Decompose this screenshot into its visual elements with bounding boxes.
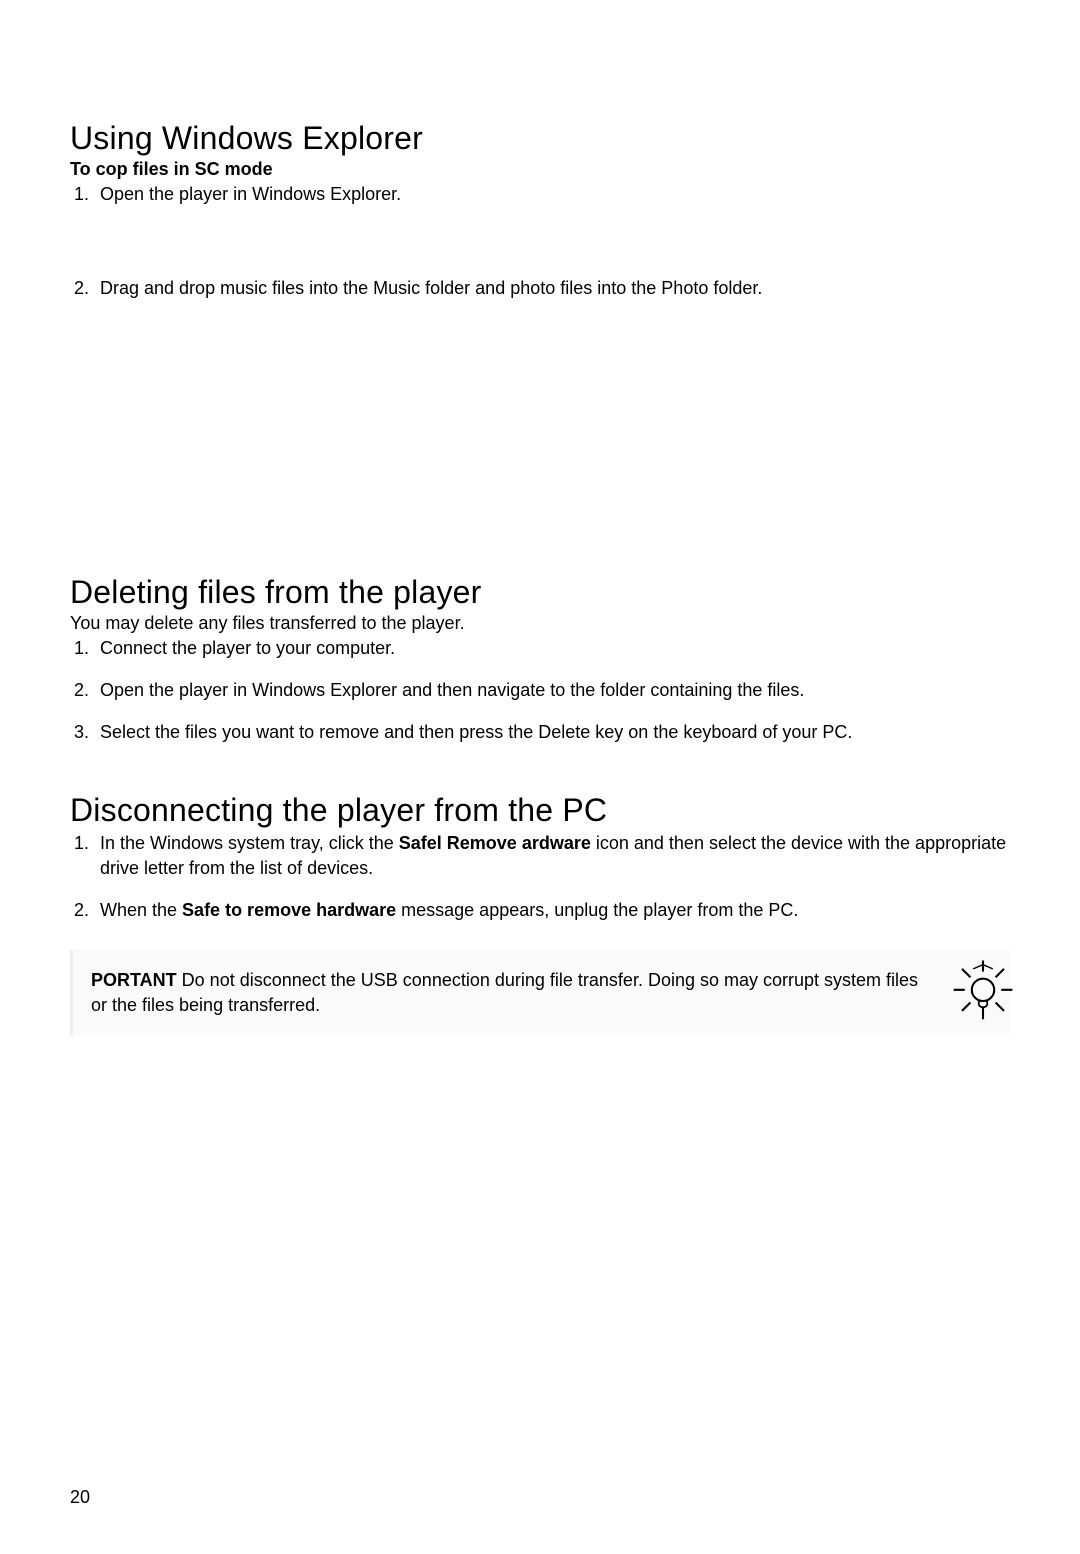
steps-disconnecting: In the Windows system tray, click the Sa… <box>70 831 1010 922</box>
steps-copy-files: Open the player in Windows Explorer. Dra… <box>70 182 1010 301</box>
step-item: Select the files you want to remove and … <box>94 720 1010 744</box>
heading-disconnecting: Disconnecting the player from the PC <box>70 792 1010 829</box>
heading-using-windows-explorer: Using Windows Explorer <box>70 120 1010 157</box>
important-callout: PORTANT Do not disconnect the USB connec… <box>70 950 1010 1035</box>
steps-deleting-files: Connect the player to your computer. Ope… <box>70 636 1010 745</box>
step-item: Drag and drop music files into the Music… <box>94 276 1010 300</box>
spacer <box>70 329 1010 574</box>
page-number: 20 <box>70 1487 90 1508</box>
lead-deleting-files: You may delete any files transferred to … <box>70 613 1010 634</box>
text-fragment: In the Windows system tray, click the <box>100 833 399 853</box>
page: Using Windows Explorer To cop files in S… <box>0 0 1080 1554</box>
step-item: Open the player in Windows Explorer and … <box>94 678 1010 702</box>
callout-label: PORTANT <box>91 970 177 990</box>
lightbulb-icon <box>948 955 1018 1031</box>
callout-text: Do not disconnect the USB connection dur… <box>91 970 918 1014</box>
section-deleting-files: Deleting files from the player You may d… <box>70 574 1010 745</box>
step-item: In the Windows system tray, click the Sa… <box>94 831 1010 880</box>
step-item: Connect the player to your computer. <box>94 636 1010 660</box>
heading-deleting-files: Deleting files from the player <box>70 574 1010 611</box>
text-fragment: message appears, unplug the player from … <box>401 900 798 920</box>
text-bold: Safe to remove hardware <box>182 900 401 920</box>
step-item: When the Safe to remove hardware message… <box>94 898 1010 922</box>
spacer <box>70 772 1010 792</box>
text-bold: Safel Remove ardware <box>399 833 591 853</box>
section-disconnecting: Disconnecting the player from the PC In … <box>70 792 1010 922</box>
section-using-windows-explorer: Using Windows Explorer To cop files in S… <box>70 120 1010 301</box>
text-fragment: When the <box>100 900 182 920</box>
step-item: Open the player in Windows Explorer. <box>94 182 1010 206</box>
subheading-copy-files: To cop files in SC mode <box>70 159 1010 180</box>
